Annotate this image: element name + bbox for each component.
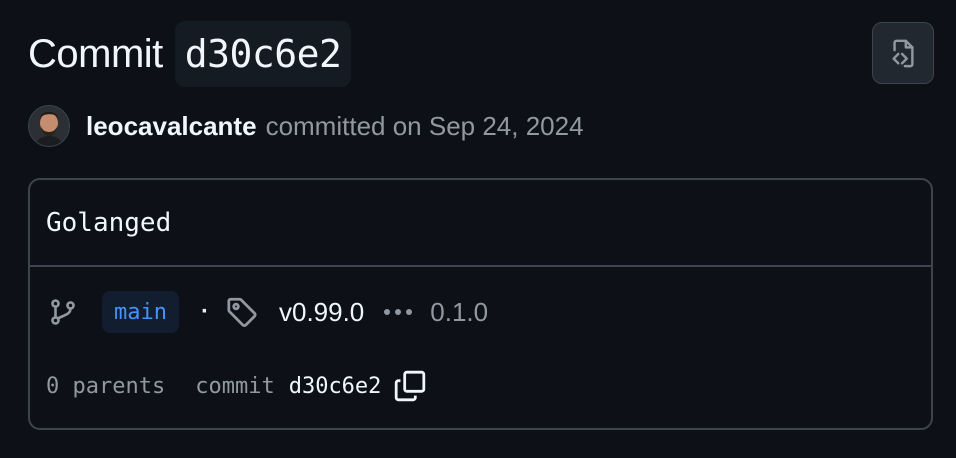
refs-row: main · v0.99.0 0.1.0 <box>48 288 488 336</box>
author-row: leocavalcante committed on Sep 24, 2024 <box>28 104 584 148</box>
commit-page: Commit d30c6e2 leocavalcante committed o… <box>0 0 956 458</box>
copy-sha-button[interactable] <box>393 369 427 403</box>
commit-message-area: Golanged <box>30 180 931 267</box>
parents-count: 0 parents <box>46 373 166 399</box>
ref-separator: · <box>200 298 209 325</box>
git-branch-icon <box>51 299 75 325</box>
tag-icon <box>227 297 257 327</box>
commit-date-text: committed on Sep 24, 2024 <box>265 110 584 141</box>
copy-icon <box>395 370 426 402</box>
tag-v0-99-0-link[interactable]: v0.99.0 <box>279 297 364 328</box>
commit-sha: d30c6e2 <box>288 373 382 399</box>
file-code-icon <box>892 39 914 68</box>
commit-message: Golanged <box>46 207 172 238</box>
browse-files-button[interactable] <box>872 22 934 84</box>
branch-main-link[interactable]: main <box>102 291 179 333</box>
ellipsis-dot <box>384 309 391 315</box>
title-short-sha: d30c6e2 <box>174 21 352 87</box>
page-title: Commit d30c6e2 <box>28 20 352 88</box>
commit-header: Commit d30c6e2 <box>28 20 934 88</box>
title-commit-word: Commit <box>28 31 163 76</box>
avatar[interactable] <box>28 105 70 147</box>
tag-0-1-0-link[interactable]: 0.1.0 <box>430 297 488 328</box>
commit-label: commit <box>195 373 275 399</box>
commit-details-box: Golanged main · v0.99.0 0.1.0 0 parents … <box>28 178 933 430</box>
commit-meta-row: 0 parents commit d30c6e2 <box>46 366 427 406</box>
more-tags-button[interactable] <box>384 309 413 315</box>
ellipsis-dot <box>406 309 413 315</box>
author-name-link[interactable]: leocavalcante <box>86 111 257 142</box>
ellipsis-dot <box>395 309 402 315</box>
